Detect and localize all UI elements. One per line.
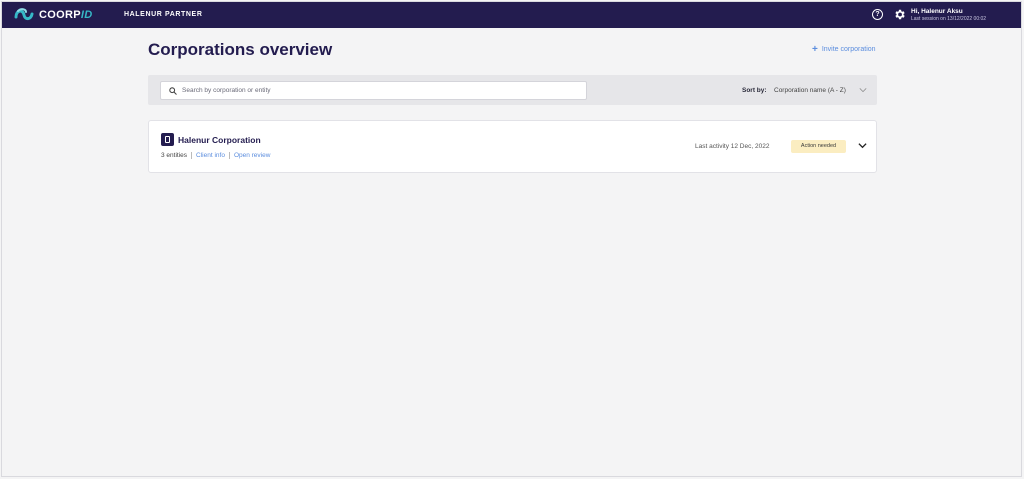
corporation-name: Halenur Corporation (178, 135, 261, 145)
gear-icon[interactable] (893, 8, 906, 21)
sort-label: Sort by: (742, 87, 767, 94)
logo-text: COORPID (39, 9, 93, 21)
chevron-down-icon[interactable] (858, 142, 867, 149)
last-session-text: Last session on 13/12/2022 00:02 (911, 16, 987, 22)
search-input[interactable] (182, 87, 562, 94)
client-info-link[interactable]: Client info (192, 152, 230, 159)
filter-bar: Sort by: Corporation name (A - Z) (148, 75, 877, 105)
status-badge: Action needed (791, 140, 846, 153)
search-field[interactable] (160, 81, 587, 100)
top-navigation-bar: COORPID HALENUR PARTNER ? Hi, Halenur Ak… (2, 2, 1021, 28)
entities-count: 3 entities (161, 152, 193, 159)
corporation-card[interactable]: Halenur Corporation 3 entities Client in… (148, 120, 877, 173)
sort-select[interactable]: Corporation name (A - Z) (774, 87, 846, 94)
open-review-link[interactable]: Open review (230, 152, 275, 159)
logo-swirl-icon (14, 8, 34, 21)
app-frame: COORPID HALENUR PARTNER ? Hi, Halenur Ak… (1, 1, 1022, 477)
search-icon (169, 86, 177, 95)
last-activity: Last activity 12 Dec, 2022 (695, 143, 770, 150)
plus-icon: + (812, 44, 818, 55)
building-icon (161, 133, 174, 146)
chevron-down-icon[interactable] (859, 87, 867, 93)
coorpid-logo[interactable]: COORPID (14, 6, 92, 24)
user-menu[interactable]: Hi, Halenur Aksu Last session on 13/12/2… (911, 8, 986, 23)
invite-corporation-label: Invite corporation (821, 46, 876, 53)
user-greeting: Hi, Halenur Aksu (911, 8, 963, 15)
question-circle-icon[interactable]: ? (872, 9, 883, 20)
page-title: Corporations overview (148, 40, 333, 59)
invite-corporation-button[interactable]: + Invite corporation (812, 44, 876, 55)
partner-name: HALENUR PARTNER (124, 11, 203, 18)
corporation-meta: 3 entities Client info Open review (161, 152, 274, 159)
